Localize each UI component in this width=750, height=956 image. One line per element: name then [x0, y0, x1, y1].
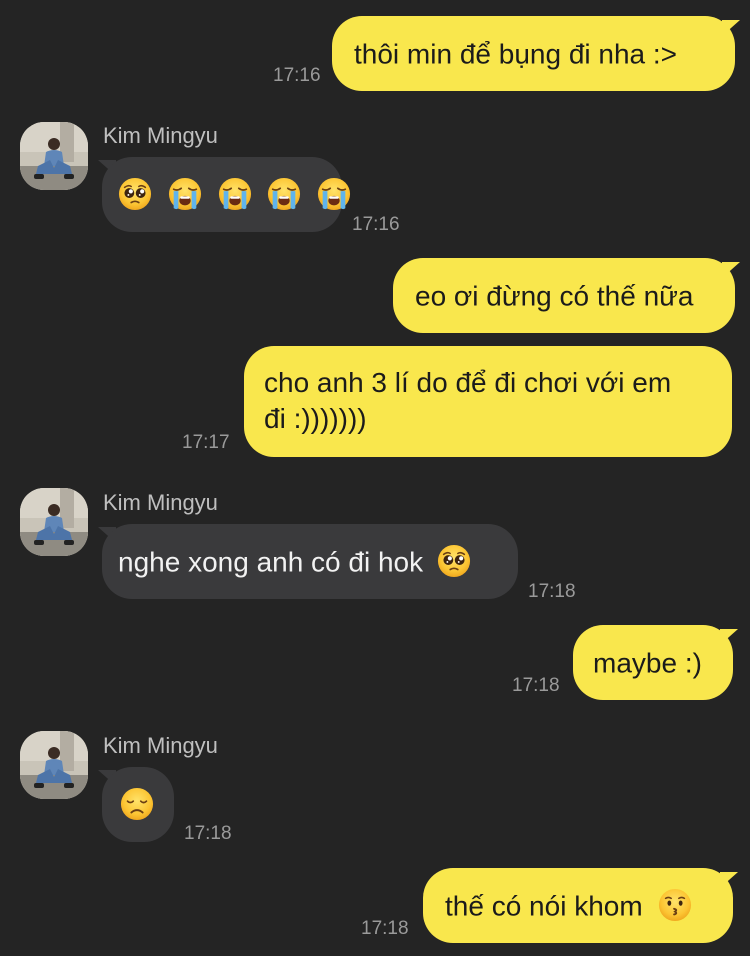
sender-name: Kim Mingyu — [103, 490, 218, 515]
message-timestamp: 17:16 — [352, 214, 400, 235]
message-timestamp: 17:18 — [528, 581, 576, 602]
pleading-face-icon — [437, 544, 471, 578]
kissing-face-icon — [658, 888, 692, 922]
bubble-tail — [720, 629, 738, 645]
outgoing-message-bubble[interactable]: eo ơi đừng có thế nữa — [393, 258, 735, 333]
incoming-message-bubble[interactable]: nghe xong anh có đi hok — [102, 524, 518, 599]
bubble-tail — [720, 872, 738, 888]
sender-name: Kim Mingyu — [103, 733, 218, 758]
profile-photo-avatar-icon — [20, 122, 88, 190]
loudly-crying-face-icon — [218, 177, 252, 211]
avatar[interactable] — [20, 488, 88, 556]
message-timestamp: 17:18 — [361, 918, 409, 939]
bubble-tail — [722, 20, 740, 36]
message-timestamp: 17:16 — [273, 65, 321, 86]
loudly-crying-face-icon — [267, 177, 301, 211]
message-text-line: cho anh 3 lí do để đi chơi với em — [264, 367, 672, 398]
message-text: nghe xong anh có đi hok — [118, 546, 424, 578]
disappointed-face-icon — [120, 787, 154, 821]
message-text: thôi min để bụng đi nha :> — [354, 38, 678, 70]
sender-name: Kim Mingyu — [103, 123, 218, 148]
bubble-tail — [722, 262, 740, 278]
message-text: maybe :) — [593, 647, 702, 679]
message-text: eo ơi đừng có thế nữa — [415, 280, 694, 312]
profile-photo-avatar-icon — [20, 731, 88, 799]
outgoing-message-bubble[interactable]: maybe :) — [573, 625, 733, 700]
message-text: thế có nói khom — [445, 890, 643, 922]
avatar[interactable] — [20, 731, 88, 799]
message-text-line: đi :))))))) — [264, 403, 367, 434]
message-timestamp: 17:17 — [182, 432, 230, 453]
incoming-message-bubble[interactable] — [102, 157, 342, 232]
loudly-crying-face-icon — [317, 177, 351, 211]
incoming-message-bubble[interactable] — [102, 767, 174, 842]
outgoing-message-bubble[interactable]: thế có nói khom — [423, 868, 733, 943]
message-timestamp: 17:18 — [184, 823, 232, 844]
profile-photo-avatar-icon — [20, 488, 88, 556]
loudly-crying-face-icon — [168, 177, 202, 211]
pleading-face-icon — [118, 177, 152, 211]
avatar[interactable] — [20, 122, 88, 190]
outgoing-message-bubble[interactable]: thôi min để bụng đi nha :> — [332, 16, 735, 91]
outgoing-message-bubble[interactable]: cho anh 3 lí do để đi chơi với em đi :))… — [244, 346, 732, 457]
message-timestamp: 17:18 — [512, 675, 560, 696]
